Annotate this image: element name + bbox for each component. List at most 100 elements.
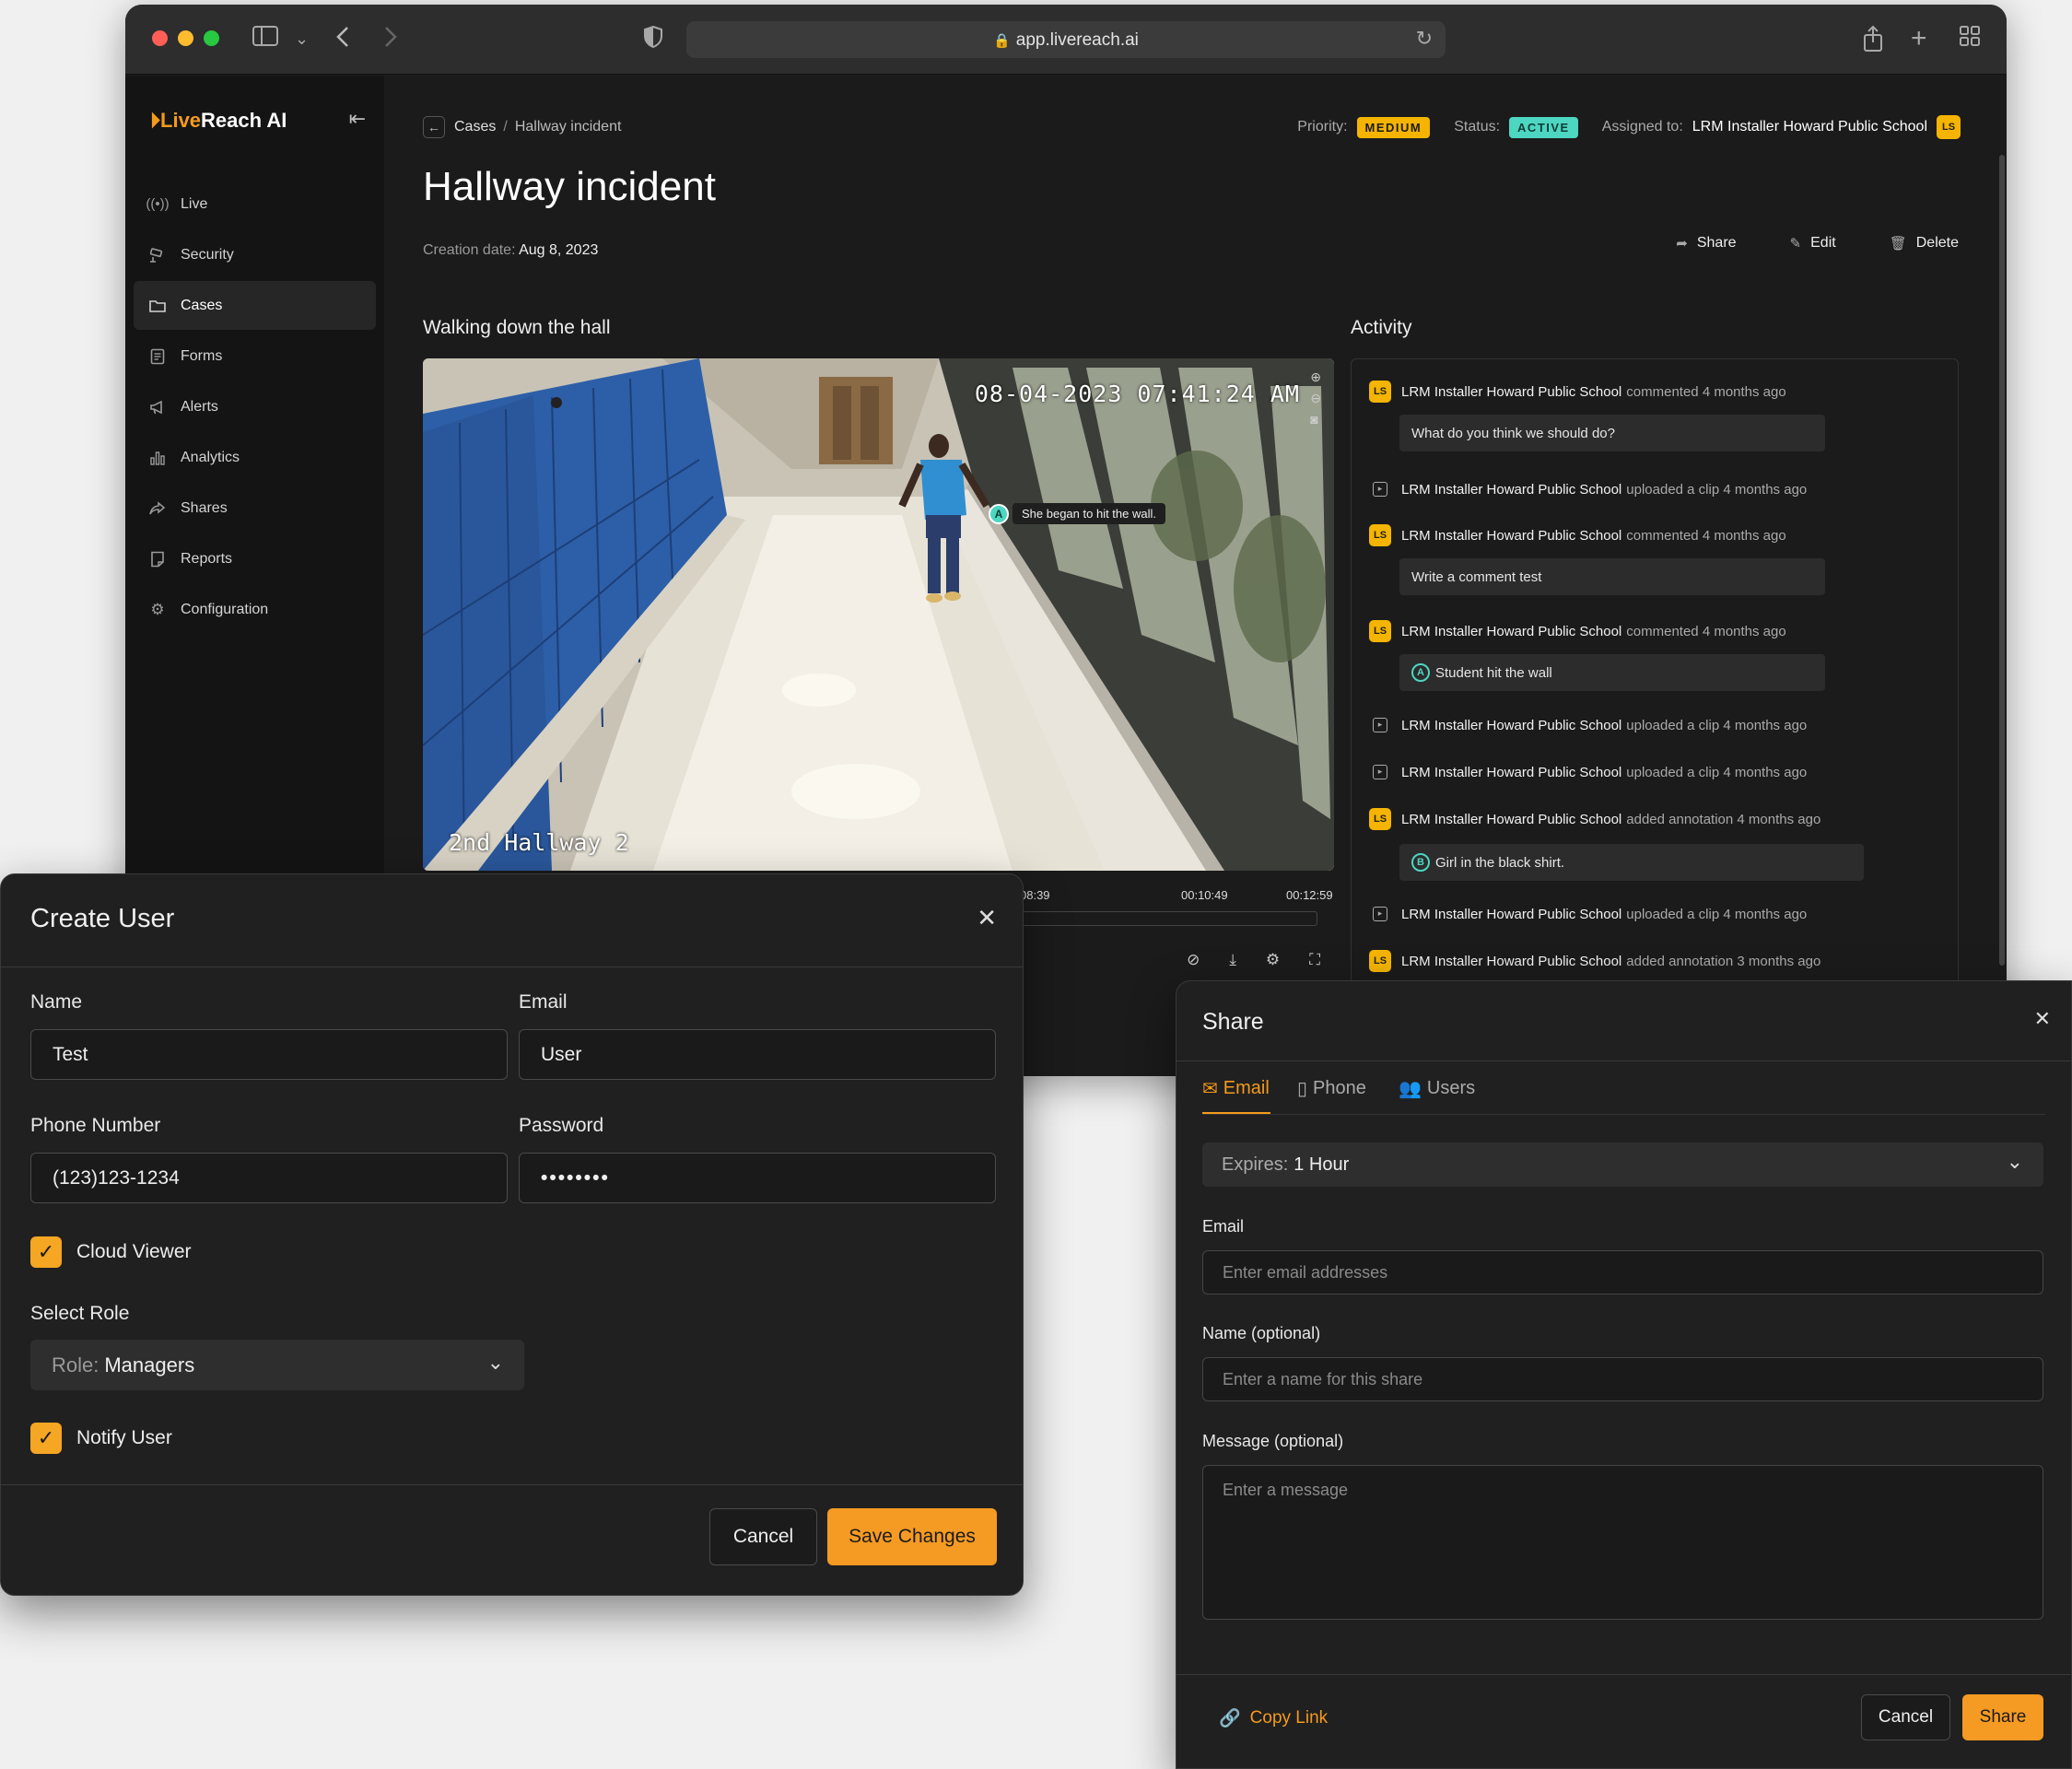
sidebar-item-analytics[interactable]: Analytics <box>134 433 376 482</box>
breadcrumb-cases-link[interactable]: Cases <box>454 119 496 135</box>
annotation-marker[interactable]: A <box>989 504 1009 524</box>
hide-annotations-icon[interactable]: ⊘ <box>1187 951 1200 969</box>
save-changes-button[interactable]: Save Changes <box>827 1508 997 1565</box>
activity-user[interactable]: LRM Installer Howard Public School <box>1401 765 1621 780</box>
delete-button-label: Delete <box>1915 235 1959 251</box>
share-sheet-icon[interactable] <box>1862 25 1884 58</box>
assignee-avatar: LS <box>1937 115 1961 139</box>
users-icon: 👥 <box>1399 1079 1422 1099</box>
envelope-icon: ✉ <box>1202 1079 1218 1099</box>
camera-snapshot-icon[interactable]: ◙ <box>1310 412 1321 427</box>
divider <box>1202 1114 2045 1115</box>
activity-user[interactable]: LRM Installer Howard Public School <box>1401 907 1621 922</box>
close-window-button[interactable] <box>152 30 168 46</box>
share-submit-button[interactable]: Share <box>1962 1694 2043 1740</box>
fullscreen-icon[interactable]: ⛶ <box>1309 951 1320 969</box>
activity-action: commented 4 months ago <box>1626 383 1786 400</box>
activity-entry: LS LRM Installer Howard Public School com… <box>1368 619 1786 643</box>
sidebar-item-forms[interactable]: Forms <box>134 332 376 381</box>
video-timestamp: 08-04-2023 07:41:24 AM <box>974 381 1300 407</box>
comment-bubble: What do you think we should do? <box>1399 415 1825 451</box>
sidebar-item-live[interactable]: ((•)) Live <box>134 180 376 228</box>
tab-users[interactable]: 👥 Users <box>1399 1077 1475 1100</box>
minimize-window-button[interactable] <box>178 30 193 46</box>
priority-badge[interactable]: MEDIUM <box>1356 116 1431 138</box>
name-input[interactable]: Test <box>30 1029 508 1080</box>
shield-icon[interactable] <box>643 25 663 54</box>
bar-chart-icon <box>149 450 166 466</box>
phone-input[interactable]: (123)123-1234 <box>30 1153 508 1203</box>
tab-email[interactable]: ✉ Email <box>1202 1077 1270 1100</box>
trash-icon: 🗑 <box>1889 236 1907 252</box>
role-select[interactable]: Role: Managers ⌄ <box>30 1340 524 1390</box>
brand-live-text: Live <box>160 109 202 132</box>
zoom-in-icon[interactable]: ⊕ <box>1310 369 1321 385</box>
email-addresses-input[interactable]: Enter email addresses <box>1202 1250 2043 1295</box>
message-textarea[interactable]: Enter a message <box>1202 1465 2043 1620</box>
folder-icon <box>149 298 166 314</box>
expires-select[interactable]: Expires: 1 Hour ⌄ <box>1202 1142 2043 1187</box>
sidebar-item-security[interactable]: Security <box>134 230 376 279</box>
activity-action: commented 4 months ago <box>1626 623 1786 639</box>
share-name-input[interactable]: Enter a name for this share <box>1202 1357 2043 1401</box>
cancel-button[interactable]: Cancel <box>709 1508 817 1565</box>
pencil-icon: ✎ <box>1789 236 1802 252</box>
forward-arrow-icon[interactable] <box>383 25 398 54</box>
tab-overview-icon[interactable] <box>1959 25 1981 53</box>
tab-label: Phone <box>1313 1078 1366 1098</box>
activity-entry: LS LRM Installer Howard Public School com… <box>1368 523 1786 547</box>
settings-gear-icon[interactable]: ⚙ <box>1266 951 1280 969</box>
email-input[interactable]: User <box>519 1029 996 1080</box>
annotation-marker[interactable]: B <box>1411 853 1430 872</box>
activity-user[interactable]: LRM Installer Howard Public School <box>1401 482 1621 498</box>
activity-user[interactable]: LRM Installer Howard Public School <box>1401 624 1621 639</box>
activity-user[interactable]: LRM Installer Howard Public School <box>1401 718 1621 733</box>
status-label: Status: <box>1454 119 1501 135</box>
password-input[interactable]: •••••••• <box>519 1153 996 1203</box>
close-icon[interactable]: ✕ <box>2034 1007 2051 1031</box>
sidebar-item-cases[interactable]: Cases <box>134 281 376 330</box>
activity-user[interactable]: LRM Installer Howard Public School <box>1401 384 1621 400</box>
notify-user-checkbox[interactable]: ✓ <box>30 1423 62 1454</box>
activity-user[interactable]: LRM Installer Howard Public School <box>1401 812 1621 827</box>
copy-link-button[interactable]: 🔗 Copy Link <box>1219 1707 1328 1729</box>
sidebar-item-configuration[interactable]: ⚙ Configuration <box>134 585 376 634</box>
sidebar-toggle-icon[interactable] <box>252 25 278 53</box>
sidebar-item-alerts[interactable]: Alerts <box>134 382 376 431</box>
address-bar[interactable]: 🔒 app.livereach.ai ↻ <box>686 21 1446 58</box>
download-icon[interactable]: ⤓ <box>1229 951 1236 969</box>
collapse-sidebar-icon[interactable]: ⇤ <box>349 107 366 131</box>
delete-button[interactable]: 🗑 Delete <box>1890 235 1959 252</box>
annotation-marker[interactable]: A <box>1411 663 1430 682</box>
zoom-out-icon[interactable]: ⊖ <box>1310 391 1321 406</box>
video-player[interactable]: 08-04-2023 07:41:24 AM 2nd Hallway 2 ⊕ ⊖… <box>423 358 1334 871</box>
link-icon: 🔗 <box>1219 1709 1241 1728</box>
breadcrumb: Cases / Hallway incident <box>454 119 621 135</box>
sidebar-item-label: Forms <box>181 347 223 364</box>
activity-feed: LS LRM Installer Howard Public School com… <box>1351 358 1959 1076</box>
edit-button[interactable]: ✎ Edit <box>1790 235 1836 252</box>
page-scrollbar[interactable] <box>1999 155 2005 966</box>
maximize-window-button[interactable] <box>204 30 219 46</box>
form-icon <box>149 348 166 365</box>
cloud-viewer-checkbox[interactable]: ✓ <box>30 1236 62 1268</box>
close-icon[interactable]: ✕ <box>977 904 997 932</box>
activity-user[interactable]: LRM Installer Howard Public School <box>1401 528 1621 544</box>
activity-user[interactable]: LRM Installer Howard Public School <box>1401 954 1621 969</box>
back-arrow-icon[interactable]: ← <box>423 116 445 138</box>
sidebar-item-reports[interactable]: Reports <box>134 534 376 583</box>
tab-phone[interactable]: ▯ Phone <box>1297 1077 1366 1100</box>
cloud-viewer-label: Cloud Viewer <box>76 1241 192 1262</box>
reload-icon[interactable]: ↻ <box>1416 27 1433 51</box>
sidebar-item-shares[interactable]: Shares <box>134 484 376 533</box>
brand-logo[interactable]: ⏵LiveReach AI <box>150 109 287 133</box>
back-arrow-icon[interactable] <box>335 25 350 54</box>
report-icon <box>149 551 166 568</box>
chevron-down-icon[interactable]: ⌄ <box>295 25 309 53</box>
share-button[interactable]: ➦ Share <box>1676 235 1736 252</box>
url-text: app.livereach.ai <box>1015 30 1139 50</box>
cancel-button[interactable]: Cancel <box>1861 1694 1950 1740</box>
status-badge[interactable]: ACTIVE <box>1509 116 1578 138</box>
assignee-name[interactable]: LRM Installer Howard Public School <box>1692 119 1927 135</box>
new-tab-icon[interactable]: + <box>1911 25 1927 53</box>
